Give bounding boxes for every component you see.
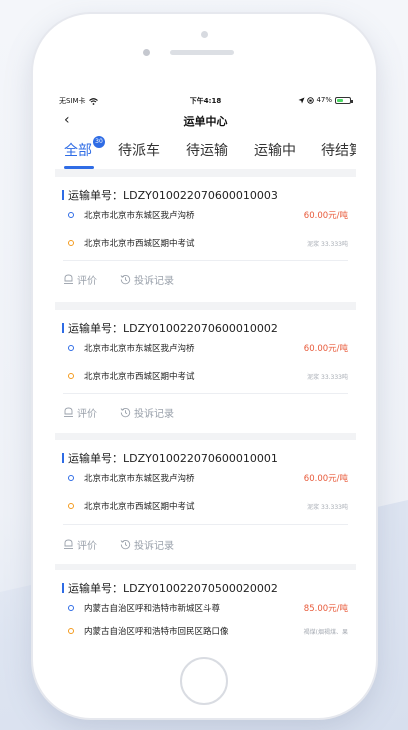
tab-bar: 全部 30 待派车 待运输 运输中 待结算 bbox=[55, 131, 356, 169]
battery-cap bbox=[351, 99, 353, 103]
app-screen: 无SIM卡 下午4:18 47% ‹ 运单中心 全部 30 待派车 待运输 运输… bbox=[55, 92, 356, 638]
tab-pending-settlement[interactable]: 待结算 bbox=[321, 140, 356, 160]
order-number-row: 运输单号：LDZY010022070500020002 bbox=[62, 580, 278, 596]
home-button[interactable] bbox=[180, 657, 228, 705]
title-accent-bar bbox=[62, 453, 64, 463]
destination-address-text: 北京市北京市西城区期中考试 bbox=[84, 239, 195, 249]
origin-dot-icon bbox=[68, 605, 74, 611]
origin-address-text: 北京市北京市东城区我卢沟桥 bbox=[84, 344, 195, 354]
card-divider bbox=[63, 260, 348, 261]
destination-address: 北京市北京市西城区期中考试 bbox=[68, 370, 195, 382]
active-tab-indicator bbox=[64, 166, 94, 169]
freight-price: 85.00元/吨 bbox=[303, 604, 348, 614]
tab-all-count-badge: 30 bbox=[93, 136, 105, 148]
status-right: 47% bbox=[298, 96, 353, 104]
order-number: LDZY010022070600010001 bbox=[123, 452, 278, 465]
destination-dot-icon bbox=[68, 240, 74, 246]
tab-all[interactable]: 全部 bbox=[64, 140, 92, 160]
destination-dot-icon bbox=[68, 628, 74, 634]
destination-address-text: 北京市北京市西城区期中考试 bbox=[84, 372, 195, 382]
proximity-sensor bbox=[143, 49, 150, 56]
orientation-lock-icon bbox=[307, 96, 315, 104]
rate-label: 评价 bbox=[77, 409, 97, 420]
navigation-bar: ‹ 运单中心 bbox=[55, 109, 356, 131]
destination-address-text: 内蒙古自治区呼和浩特市回民区路口像 bbox=[84, 627, 229, 637]
battery-level bbox=[337, 98, 343, 102]
destination-address-text: 北京市北京市西城区期中考试 bbox=[84, 502, 195, 512]
freight-price: 60.00元/吨 bbox=[303, 474, 348, 484]
complaint-records-button[interactable]: 投诉记录 bbox=[120, 405, 174, 420]
cargo-info: 泥浆 33.333吨 bbox=[307, 241, 348, 248]
order-card[interactable]: 运输单号：LDZY010022070600010003 北京市北京市东城区我卢沟… bbox=[55, 177, 356, 302]
order-card[interactable]: 运输单号：LDZY010022070500020002 内蒙古自治区呼和浩特市新… bbox=[55, 570, 356, 638]
rate-icon bbox=[64, 407, 73, 417]
card-divider bbox=[63, 393, 348, 394]
tab-pending-dispatch[interactable]: 待派车 bbox=[118, 140, 160, 160]
freight-price: 60.00元/吨 bbox=[303, 344, 348, 354]
complaint-records-button[interactable]: 投诉记录 bbox=[120, 537, 174, 552]
complaint-records-button[interactable]: 投诉记录 bbox=[120, 272, 174, 287]
origin-address: 北京市北京市东城区我卢沟桥 bbox=[68, 342, 195, 354]
rate-button[interactable]: 评价 bbox=[63, 537, 97, 552]
rate-icon bbox=[64, 274, 73, 284]
order-number: LDZY010022070600010003 bbox=[123, 189, 278, 202]
order-number-row: 运输单号：LDZY010022070600010001 bbox=[62, 450, 278, 466]
freight-price: 60.00元/吨 bbox=[303, 211, 348, 221]
cargo-info: 泥浆 33.333吨 bbox=[307, 504, 348, 511]
order-number-label: 运输单号： bbox=[68, 452, 123, 465]
front-camera bbox=[201, 31, 208, 38]
page-title: 运单中心 bbox=[183, 115, 228, 128]
history-icon bbox=[120, 274, 131, 285]
rate-label: 评价 bbox=[77, 276, 97, 287]
cargo-info: 泥浆 33.333吨 bbox=[307, 374, 348, 381]
battery-percent: 47% bbox=[316, 96, 332, 104]
title-accent-bar bbox=[62, 190, 64, 200]
origin-address: 北京市北京市东城区我卢沟桥 bbox=[68, 209, 195, 221]
history-icon bbox=[120, 407, 131, 418]
origin-address-text: 北京市北京市东城区我卢沟桥 bbox=[84, 474, 195, 484]
order-card[interactable]: 运输单号：LDZY010022070600010001 北京市北京市东城区我卢沟… bbox=[55, 440, 356, 564]
order-number-label: 运输单号： bbox=[68, 322, 123, 335]
destination-address: 北京市北京市西城区期中考试 bbox=[68, 500, 195, 512]
complaint-records-label: 投诉记录 bbox=[134, 409, 174, 420]
order-number-row: 运输单号：LDZY010022070600010002 bbox=[62, 320, 278, 336]
origin-address-text: 北京市北京市东城区我卢沟桥 bbox=[84, 211, 195, 221]
cargo-info: 褐煤(烟褐煤、果 bbox=[303, 629, 348, 636]
tab-pending-transport[interactable]: 待运输 bbox=[186, 140, 228, 160]
title-accent-bar bbox=[62, 323, 64, 333]
destination-address: 内蒙古自治区呼和浩特市回民区路口像 bbox=[68, 625, 229, 637]
destination-dot-icon bbox=[68, 503, 74, 509]
origin-dot-icon bbox=[68, 212, 74, 218]
origin-address: 北京市北京市东城区我卢沟桥 bbox=[68, 472, 195, 484]
order-number: LDZY010022070500020002 bbox=[123, 582, 278, 595]
destination-dot-icon bbox=[68, 373, 74, 379]
location-arrow-icon bbox=[298, 97, 305, 103]
tab-in-transit[interactable]: 运输中 bbox=[254, 140, 296, 160]
title-accent-bar bbox=[62, 583, 64, 593]
rate-label: 评价 bbox=[77, 541, 97, 552]
rate-icon bbox=[64, 539, 73, 549]
order-number-row: 运输单号：LDZY010022070600010003 bbox=[62, 187, 278, 203]
origin-address-text: 内蒙古自治区呼和浩特市新城区斗尊 bbox=[84, 604, 221, 614]
destination-address: 北京市北京市西城区期中考试 bbox=[68, 237, 195, 249]
origin-dot-icon bbox=[68, 345, 74, 351]
battery-icon bbox=[335, 96, 353, 104]
order-number-label: 运输单号： bbox=[68, 189, 123, 202]
tab-all-label: 全部 bbox=[64, 143, 92, 159]
earpiece-speaker bbox=[170, 50, 234, 55]
status-bar: 无SIM卡 下午4:18 47% bbox=[55, 92, 356, 109]
order-number: LDZY010022070600010002 bbox=[123, 322, 278, 335]
origin-address: 内蒙古自治区呼和浩特市新城区斗尊 bbox=[68, 602, 220, 614]
order-number-label: 运输单号： bbox=[68, 582, 123, 595]
order-card[interactable]: 运输单号：LDZY010022070600010002 北京市北京市东城区我卢沟… bbox=[55, 310, 356, 433]
card-divider bbox=[63, 524, 348, 525]
rate-button[interactable]: 评价 bbox=[63, 272, 97, 287]
complaint-records-label: 投诉记录 bbox=[134, 541, 174, 552]
complaint-records-label: 投诉记录 bbox=[134, 276, 174, 287]
origin-dot-icon bbox=[68, 475, 74, 481]
rate-button[interactable]: 评价 bbox=[63, 405, 97, 420]
history-icon bbox=[120, 539, 131, 550]
